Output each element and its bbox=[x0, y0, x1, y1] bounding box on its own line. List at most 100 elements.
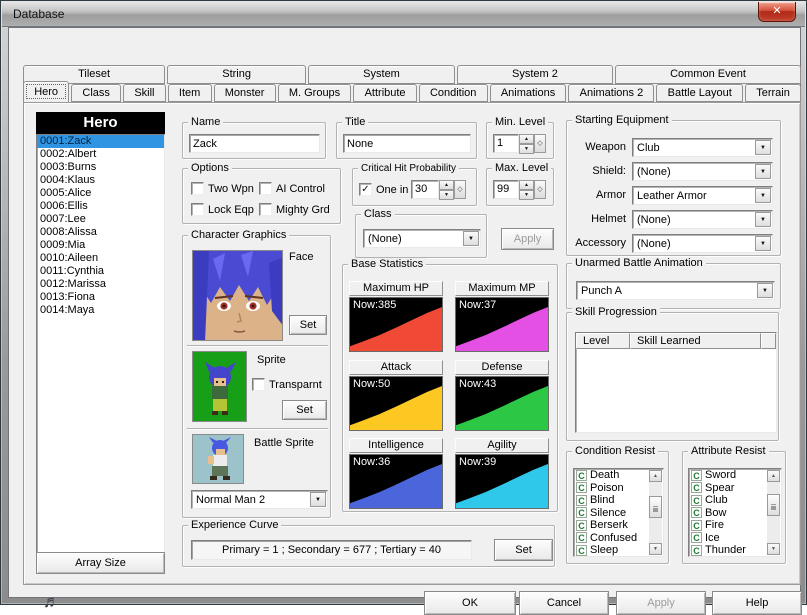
checkbox-box[interactable] bbox=[259, 203, 272, 216]
class-apply-button[interactable]: Apply bbox=[501, 228, 554, 250]
resist-item[interactable]: CThunder bbox=[689, 544, 767, 557]
tab-system2[interactable]: System 2 bbox=[457, 65, 613, 84]
resist-item[interactable]: CFire bbox=[689, 519, 767, 532]
hero-list-item[interactable]: 0013:Fiona bbox=[37, 291, 164, 304]
hero-list-item[interactable]: 0001:Zack bbox=[37, 135, 164, 148]
scroll-down-icon[interactable]: ▼ bbox=[649, 543, 662, 555]
tab-hero[interactable]: Hero bbox=[23, 81, 69, 102]
resist-item[interactable]: CBow bbox=[689, 507, 767, 520]
stat-graph-max-hp[interactable]: Now:385 bbox=[349, 297, 443, 352]
checkbox-mighty-grd[interactable]: Mighty Grd bbox=[259, 203, 330, 216]
chevron-down-icon[interactable]: ▼ bbox=[310, 492, 326, 507]
max-level-spinner[interactable]: ▲ ▼ bbox=[519, 180, 534, 199]
stat-graph-defense[interactable]: Now:43 bbox=[455, 376, 549, 431]
checkbox-box[interactable] bbox=[252, 378, 265, 391]
tab-system[interactable]: System bbox=[308, 65, 455, 84]
spinner-down-icon[interactable]: ▼ bbox=[439, 190, 454, 200]
checkbox-lock-eqp[interactable]: Lock Eqp bbox=[191, 203, 254, 216]
scrollbar[interactable]: ▲ ▼ bbox=[767, 470, 780, 555]
resist-item[interactable]: CSword bbox=[689, 469, 767, 482]
tab-m-groups[interactable]: M. Groups bbox=[278, 84, 352, 102]
resist-item[interactable]: CClub bbox=[689, 494, 767, 507]
unarmed-animation-dropdown[interactable]: Punch A ▼ bbox=[576, 281, 775, 300]
shield-dropdown[interactable]: (None) ▼ bbox=[632, 162, 773, 181]
title-bar[interactable]: Database ✕ bbox=[2, 2, 805, 27]
tab-item[interactable]: Item bbox=[168, 84, 212, 102]
resist-item[interactable]: CBlind bbox=[574, 494, 649, 507]
checkbox-box[interactable] bbox=[191, 182, 204, 195]
critical-value[interactable]: 30 bbox=[411, 180, 439, 199]
hero-list-item[interactable]: 0002:Albert bbox=[37, 148, 164, 161]
scrollbar[interactable]: ▲ ▼ bbox=[649, 470, 662, 555]
spinner-up-icon[interactable]: ▲ bbox=[519, 180, 534, 190]
hero-list-item[interactable]: 0011:Cynthia bbox=[37, 265, 164, 278]
accessory-dropdown[interactable]: (None) ▼ bbox=[632, 234, 773, 253]
tab-terrain[interactable]: Terrain bbox=[745, 84, 801, 102]
stat-graph-intelligence[interactable]: Now:36 bbox=[349, 454, 443, 509]
tab-common-event[interactable]: Common Event bbox=[615, 65, 801, 84]
checkbox-ai-control[interactable]: AI Control bbox=[259, 182, 325, 195]
chevron-down-icon[interactable]: ▼ bbox=[755, 212, 771, 227]
tab-battle-layout[interactable]: Battle Layout bbox=[656, 84, 743, 102]
tab-string[interactable]: String bbox=[167, 65, 306, 84]
ok-button[interactable]: OK bbox=[424, 591, 516, 615]
hero-list-item[interactable]: 0005:Alice bbox=[37, 187, 164, 200]
spinner-up-icon[interactable]: ▲ bbox=[519, 134, 534, 144]
class-dropdown[interactable]: (None) ▼ bbox=[363, 229, 481, 248]
column-level[interactable]: Level bbox=[576, 333, 630, 349]
attribute-resist-list[interactable]: CSword CSpear CClub CBow CFire CIce CThu… bbox=[688, 468, 782, 557]
hero-list[interactable]: 0001:Zack 0002:Albert 0003:Burns 0004:Kl… bbox=[36, 134, 165, 553]
scrollbar-thumb[interactable] bbox=[649, 496, 662, 518]
spinner-down-icon[interactable]: ▼ bbox=[519, 190, 534, 200]
sprite-set-button[interactable]: Set bbox=[282, 400, 327, 420]
hero-list-item[interactable]: 0012:Marissa bbox=[37, 278, 164, 291]
resist-item[interactable]: CSleep bbox=[574, 544, 649, 557]
stat-graph-max-mp[interactable]: Now:37 bbox=[455, 297, 549, 352]
tab-class[interactable]: Class bbox=[71, 84, 121, 102]
chevron-down-icon[interactable]: ▼ bbox=[755, 164, 771, 179]
close-button[interactable]: ✕ bbox=[758, 2, 796, 22]
column-skill-learned[interactable]: Skill Learned bbox=[630, 333, 761, 349]
hero-list-item[interactable]: 0004:Klaus bbox=[37, 174, 164, 187]
skill-progression-table[interactable]: Level Skill Learned bbox=[575, 332, 777, 433]
resist-item[interactable]: CIce bbox=[689, 532, 767, 545]
scrollbar-thumb[interactable] bbox=[767, 494, 780, 516]
min-level-value[interactable]: 1 bbox=[493, 134, 519, 153]
spinner-up-icon[interactable]: ▲ bbox=[439, 180, 454, 190]
scroll-up-icon[interactable]: ▲ bbox=[767, 470, 780, 482]
resist-item[interactable]: CBerserk bbox=[574, 519, 649, 532]
hero-list-item[interactable]: 0007:Lee bbox=[37, 213, 164, 226]
chevron-down-icon[interactable]: ▼ bbox=[755, 140, 771, 155]
max-level-diamond-button[interactable]: ◇ bbox=[534, 180, 546, 199]
resist-item[interactable]: CConfused bbox=[574, 532, 649, 545]
hero-list-item[interactable]: 0008:Alissa bbox=[37, 226, 164, 239]
hero-list-item[interactable]: 0010:Aileen bbox=[37, 252, 164, 265]
checkbox-box[interactable] bbox=[191, 203, 204, 216]
title-input[interactable] bbox=[343, 134, 471, 153]
tab-monster[interactable]: Monster bbox=[214, 84, 276, 102]
tab-animations[interactable]: Animations bbox=[490, 84, 567, 102]
tab-condition[interactable]: Condition bbox=[419, 84, 488, 102]
experience-set-button[interactable]: Set bbox=[494, 539, 553, 561]
spinner-down-icon[interactable]: ▼ bbox=[519, 144, 534, 154]
scroll-down-icon[interactable]: ▼ bbox=[767, 543, 780, 555]
helmet-dropdown[interactable]: (None) ▼ bbox=[632, 210, 773, 229]
name-input[interactable] bbox=[189, 134, 320, 153]
checkbox-transparent[interactable]: Transparnt bbox=[252, 378, 322, 391]
tab-skill[interactable]: Skill bbox=[123, 84, 166, 102]
hero-list-item[interactable]: 0006:Ellis bbox=[37, 200, 164, 213]
hero-list-item[interactable]: 0014:Maya bbox=[37, 304, 164, 317]
battle-animation-dropdown[interactable]: Normal Man 2 ▼ bbox=[191, 490, 328, 509]
chevron-down-icon[interactable]: ▼ bbox=[757, 283, 773, 298]
chevron-down-icon[interactable]: ▼ bbox=[755, 236, 771, 251]
checkbox-box[interactable] bbox=[259, 182, 272, 195]
resist-item[interactable]: CSpear bbox=[689, 482, 767, 495]
checkbox-box[interactable]: ✓ bbox=[359, 183, 372, 196]
music-note-icon[interactable]: ♬ bbox=[43, 592, 60, 612]
hero-list-item[interactable]: 0003:Burns bbox=[37, 161, 164, 174]
scroll-up-icon[interactable]: ▲ bbox=[649, 470, 662, 482]
stat-graph-attack[interactable]: Now:50 bbox=[349, 376, 443, 431]
armor-dropdown[interactable]: Leather Armor ▼ bbox=[632, 186, 773, 205]
hero-list-item[interactable]: 0009:Mia bbox=[37, 239, 164, 252]
stat-graph-agility[interactable]: Now:39 bbox=[455, 454, 549, 509]
